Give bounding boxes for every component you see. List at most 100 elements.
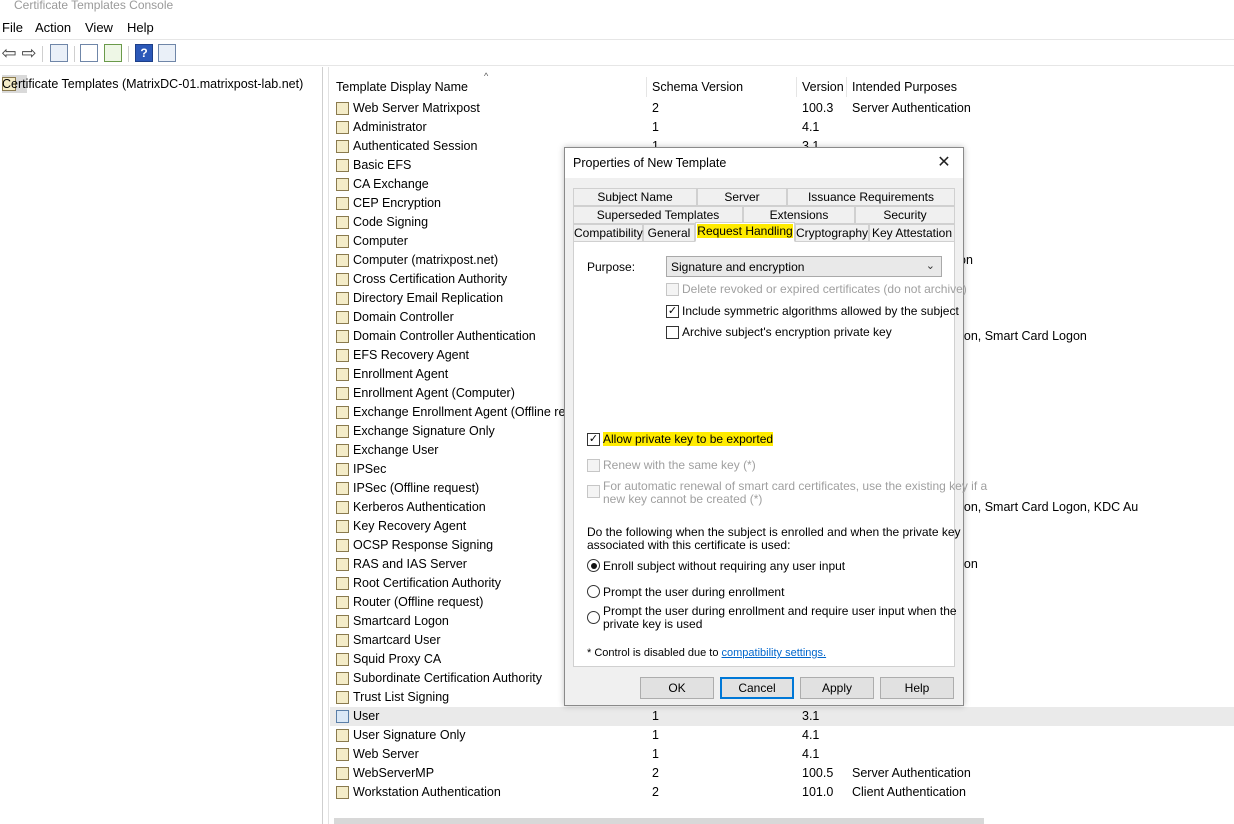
show-hide-action-pane-icon[interactable] bbox=[158, 44, 176, 62]
prompt-user-radio[interactable] bbox=[587, 585, 600, 598]
template-name-cell: Basic EFS bbox=[353, 158, 412, 172]
show-hide-console-tree-icon[interactable] bbox=[50, 44, 68, 62]
table-row[interactable]: Workstation Authentication 2 101.0 Client A… bbox=[330, 783, 1234, 802]
column-header-schema-version[interactable]: Schema Version bbox=[646, 77, 796, 97]
table-row[interactable]: Web Server 1 4.1 bbox=[330, 745, 1234, 764]
checkmark-icon: ✓ bbox=[588, 433, 599, 445]
allow-export-label: Allow private key to be exported bbox=[603, 432, 774, 446]
help-icon[interactable]: ? bbox=[135, 44, 153, 62]
tab-general[interactable]: General bbox=[643, 224, 695, 242]
dialog-title: Properties of New Template bbox=[573, 156, 727, 170]
include-symmetric-checkbox[interactable]: ✓ bbox=[666, 305, 679, 318]
certificate-template-icon bbox=[336, 387, 349, 400]
tab-key-attestation[interactable]: Key Attestation bbox=[869, 224, 955, 242]
certificate-template-icon bbox=[336, 406, 349, 419]
allow-export-checkbox[interactable]: ✓ bbox=[587, 433, 600, 446]
tab-server[interactable]: Server bbox=[697, 188, 787, 206]
toolbar-separator bbox=[74, 46, 75, 62]
table-row[interactable]: Web Server Matrixpost 2 100.3 Server Authen… bbox=[330, 99, 1234, 118]
version-cell: 3.1 bbox=[802, 709, 820, 723]
table-row[interactable]: WebServerMP 2 100.5 Server Authentication bbox=[330, 764, 1234, 783]
template-name-cell: Web Server Matrixpost bbox=[353, 101, 480, 115]
delete-revoked-label: Delete revoked or expired certificates (… bbox=[682, 282, 967, 296]
template-name-cell: Code Signing bbox=[353, 215, 429, 229]
toolbar-separator bbox=[42, 46, 43, 62]
pane-splitter[interactable] bbox=[322, 67, 329, 824]
back-arrow-icon[interactable]: ⇦ bbox=[0, 43, 18, 63]
console-tree: Certificate Templates (MatrixDC-01.matri… bbox=[0, 67, 322, 824]
renew-same-key-checkbox[interactable] bbox=[587, 459, 600, 472]
properties-dialog: Properties of New Template ✕ Subject Nam… bbox=[564, 147, 987, 706]
intended-purposes-cell: Server Authentication bbox=[852, 101, 971, 115]
template-name-cell: Smartcard User bbox=[353, 633, 441, 647]
cancel-button[interactable]: Cancel bbox=[720, 677, 794, 699]
template-name-cell: WebServerMP bbox=[353, 766, 435, 780]
certificate-template-icon bbox=[336, 729, 349, 742]
certificate-template-icon bbox=[336, 634, 349, 647]
certificate-template-icon bbox=[336, 140, 349, 153]
certificate-template-icon bbox=[336, 558, 349, 571]
ok-button[interactable]: OK bbox=[640, 677, 714, 699]
auto-renewal-checkbox[interactable] bbox=[587, 485, 600, 498]
schema-version-cell: 2 bbox=[652, 766, 659, 780]
schema-version-cell: 1 bbox=[652, 709, 659, 723]
prompt-require-input-radio[interactable] bbox=[587, 611, 600, 624]
version-cell: 100.5 bbox=[802, 766, 834, 780]
compatibility-footnote: * Control is disabled due to compatibili… bbox=[587, 647, 826, 659]
request-handling-panel: Purpose: Signature and encryption ⌄ Dele… bbox=[573, 241, 987, 667]
window-title: Certificate Templates Console bbox=[14, 0, 174, 12]
template-name-cell: Cross Certification Authority bbox=[353, 272, 508, 286]
certificate-template-icon bbox=[336, 121, 349, 134]
tab-cryptography[interactable]: Cryptography bbox=[795, 224, 869, 242]
certificate-template-icon bbox=[336, 311, 349, 324]
help-button[interactable]: Help bbox=[880, 677, 954, 699]
tab-compatibility[interactable]: Compatibility bbox=[573, 224, 643, 242]
certificate-template-icon bbox=[336, 520, 349, 533]
allow-export-text: Allow private key to be exported bbox=[603, 432, 774, 446]
menu-bar: File Action View Help bbox=[0, 17, 1234, 38]
template-name-cell: Workstation Authentication bbox=[353, 785, 501, 799]
template-name-cell: Exchange Signature Only bbox=[353, 424, 495, 438]
enrollment-instructions-line1: Do the following when the subject is enr… bbox=[587, 525, 961, 539]
tab-subject-name[interactable]: Subject Name bbox=[573, 188, 697, 206]
tree-item-certificate-templates[interactable]: Certificate Templates (MatrixDC-01.matri… bbox=[2, 75, 303, 93]
enroll-without-input-label: Enroll subject without requiring any use… bbox=[603, 559, 846, 573]
toolbar-separator bbox=[128, 46, 129, 62]
purpose-label: Purpose: bbox=[587, 260, 636, 274]
certificate-template-icon bbox=[336, 710, 349, 723]
close-icon[interactable]: ✕ bbox=[933, 152, 955, 174]
template-name-cell: RAS and IAS Server bbox=[353, 557, 467, 571]
forward-arrow-icon[interactable]: ⇨ bbox=[20, 43, 38, 63]
properties-icon[interactable] bbox=[80, 44, 98, 62]
tab-security[interactable]: Security bbox=[855, 206, 955, 224]
enroll-without-input-radio[interactable] bbox=[587, 559, 600, 572]
checkmark-icon: ✓ bbox=[667, 305, 678, 317]
prompt-require-input-label-line2: private key is used bbox=[603, 617, 703, 631]
column-header-intended-purposes[interactable]: Intended Purposes bbox=[846, 77, 1226, 97]
table-row[interactable]: User Signature Only 1 4.1 bbox=[330, 726, 1234, 745]
certificate-template-icon bbox=[336, 425, 349, 438]
menu-action[interactable]: Action bbox=[35, 20, 71, 35]
table-row[interactable]: User 1 3.1 bbox=[330, 707, 1234, 726]
menu-help[interactable]: Help bbox=[127, 20, 154, 35]
template-name-cell: Root Certification Authority bbox=[353, 576, 501, 590]
menu-view[interactable]: View bbox=[85, 20, 113, 35]
column-header-version[interactable]: Version bbox=[796, 77, 846, 97]
horizontal-scrollbar[interactable] bbox=[334, 818, 984, 824]
template-name-cell: Smartcard Logon bbox=[353, 614, 449, 628]
archive-key-checkbox[interactable] bbox=[666, 326, 679, 339]
apply-button[interactable]: Apply bbox=[800, 677, 874, 699]
tab-issuance-requirements[interactable]: Issuance Requirements bbox=[787, 188, 955, 206]
delete-revoked-checkbox[interactable] bbox=[666, 283, 679, 296]
template-name-cell: Domain Controller bbox=[353, 310, 454, 324]
tab-request-handling[interactable]: Request Handling bbox=[695, 222, 795, 242]
version-cell: 4.1 bbox=[802, 728, 820, 742]
table-row[interactable]: Administrator 1 4.1 bbox=[330, 118, 1234, 137]
schema-version-cell: 2 bbox=[652, 785, 659, 799]
compatibility-settings-link[interactable]: compatibility settings. bbox=[722, 647, 827, 659]
certificate-template-icon bbox=[336, 615, 349, 628]
template-name-cell: Exchange User bbox=[353, 443, 439, 457]
export-list-icon[interactable] bbox=[104, 44, 122, 62]
menu-file[interactable]: File bbox=[2, 20, 23, 35]
purpose-select[interactable]: Signature and encryption ⌄ bbox=[666, 256, 942, 277]
